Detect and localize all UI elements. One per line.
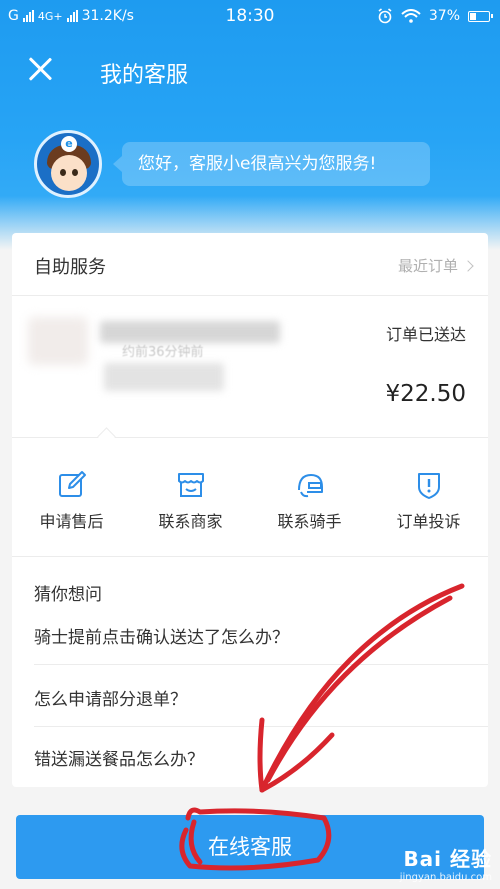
apply-after-sales-button[interactable]: 申请售后 [12,438,131,556]
contact-rider-button[interactable]: 联系骑手 [250,438,369,556]
watermark-site: jingyan.baidu.com [399,872,492,883]
faq-title: 猜你想问 [34,585,102,605]
close-icon[interactable] [26,56,54,84]
status-bar: G 4G+ 31.2K/s 18:30 37% [0,0,500,34]
order-status: 订单已送达 [385,325,466,344]
shield-alert-icon [417,473,440,499]
shop-name-blurred [100,321,280,343]
header-background [0,0,500,250]
order-items-blurred [104,363,224,391]
service-card: 自助服务 最近订单 约前36分钟前 订单已送达 ¥22.50 申请售后 联系商家… [12,233,488,787]
faq-question[interactable]: 怎么申请部分退单？ [34,685,466,710]
order-price: ¥22.50 [385,381,466,407]
battery-percent: 37% [428,8,460,24]
nav-bar: 我的客服 [0,40,500,104]
battery-icon [468,10,493,22]
shop-image-blurred [28,317,88,365]
divider [34,664,488,665]
assistant-avatar: e [34,130,102,198]
contact-merchant-button[interactable]: 联系商家 [131,438,250,556]
self-service-header: 自助服务 最近订单 [12,233,488,296]
divider [34,726,488,727]
chevron-right-icon [462,259,474,272]
alarm-icon [378,8,392,24]
recent-orders-link[interactable]: 最近订单 [397,255,474,276]
recent-orders-label: 最近订单 [397,257,458,275]
order-summary[interactable]: 约前36分钟前 订单已送达 ¥22.50 [12,295,488,438]
page-title: 我的客服 [100,63,189,88]
action-label: 申请售后 [39,512,104,531]
self-service-title: 自助服务 [34,257,106,278]
shop-icon [177,473,204,497]
faq-question[interactable]: 骑士提前点击确认送达了怎么办？ [34,623,466,648]
order-time: 约前36分钟前 [122,345,204,360]
order-complaint-button[interactable]: 订单投诉 [369,438,488,556]
action-label: 订单投诉 [396,512,461,531]
action-label: 联系商家 [158,512,223,531]
rider-helmet-icon [297,474,323,498]
action-row: 申请售后 联系商家 联系骑手 订单投诉 [12,438,488,557]
baidu-jingyan-watermark: Bai 经验 jingyan.baidu.com [400,843,492,883]
watermark-logo: Bai 经验 [403,847,492,871]
faq-question[interactable]: 错送漏送餐品怎么办？ [34,745,466,770]
edit-icon [58,471,86,497]
status-right: 37% [377,8,493,24]
wifi-icon [401,9,421,23]
action-label: 联系骑手 [277,512,342,531]
greeting-bubble: 您好，客服小e很高兴为您服务! [113,142,430,186]
